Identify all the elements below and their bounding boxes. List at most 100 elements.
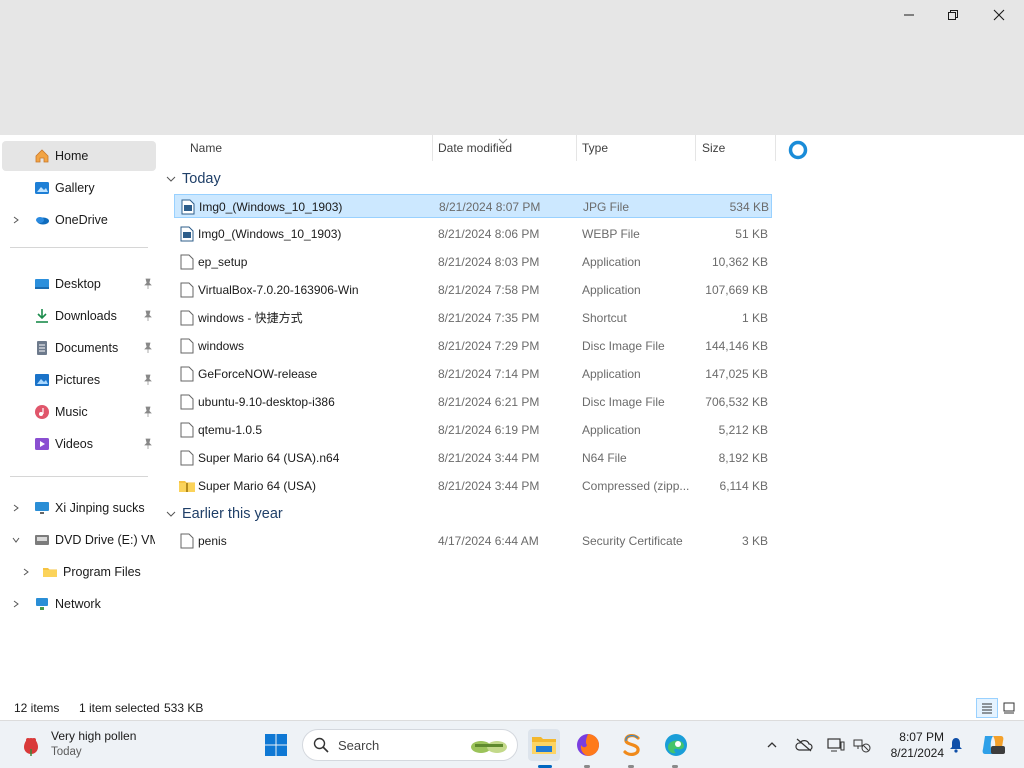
blank-file-icon — [178, 337, 196, 355]
tiles-view-button[interactable] — [998, 698, 1020, 718]
file-row[interactable]: VirtualBox-7.0.20-163906-Win 8/21/2024 7… — [174, 278, 772, 302]
file-row[interactable]: ubuntu-9.10-desktop-i386 8/21/2024 6:21 … — [174, 390, 772, 414]
sidebar-item-videos[interactable]: Videos — [2, 429, 156, 459]
file-row[interactable]: Img0_(Windows_10_1903) 8/21/2024 8:06 PM… — [174, 222, 772, 246]
image-file-icon — [178, 225, 196, 243]
status-bar: 12 items 1 item selected 533 KB — [0, 696, 1024, 720]
onedrive-icon — [34, 212, 50, 228]
copilot-button[interactable] — [980, 732, 1006, 758]
taskbar-clock[interactable]: 8:07 PM 8/21/2024 — [880, 729, 944, 761]
taskbar-app-s[interactable] — [616, 729, 648, 761]
network-status-icon — [853, 739, 871, 753]
pc-icon — [34, 500, 50, 516]
sidebar-divider — [10, 476, 148, 477]
chevron-right-icon[interactable] — [10, 214, 22, 226]
sidebar-item-desktop[interactable]: Desktop — [2, 269, 156, 299]
windows-logo-icon — [265, 734, 287, 756]
blank-file-icon — [178, 532, 196, 550]
file-row[interactable]: Super Mario 64 (USA) 8/21/2024 3:44 PM C… — [174, 474, 772, 498]
details-view-button[interactable] — [976, 698, 998, 718]
file-row[interactable]: windows 8/21/2024 7:29 PM Disc Image Fil… — [174, 334, 772, 358]
taskbar-search-box[interactable]: Search — [302, 729, 518, 761]
documents-icon — [34, 340, 50, 356]
chevron-right-icon[interactable] — [10, 598, 22, 610]
file-row[interactable]: Super Mario 64 (USA).n64 8/21/2024 3:44 … — [174, 446, 772, 470]
sidebar-item-home[interactable]: Home — [2, 141, 156, 171]
start-button[interactable] — [260, 729, 292, 761]
s-app-icon — [623, 734, 640, 756]
cloud-offline-icon — [795, 738, 813, 752]
blank-file-icon — [178, 421, 196, 439]
weather-widget-icon[interactable] — [20, 735, 42, 757]
blank-file-icon — [178, 449, 196, 467]
file-row[interactable]: qtemu-1.0.5 8/21/2024 6:19 PM Applicatio… — [174, 418, 772, 442]
pin-icon — [142, 406, 154, 418]
selection-size: 533 KB — [164, 701, 204, 715]
weather-subtitle[interactable]: Today — [51, 746, 82, 758]
minimize-button[interactable] — [886, 0, 932, 30]
column-header-size[interactable]: Size — [702, 135, 725, 161]
column-divider[interactable] — [695, 135, 696, 161]
sidebar-item-pictures[interactable]: Pictures — [2, 365, 156, 395]
notifications-button[interactable] — [946, 735, 966, 755]
devices-tray-button[interactable] — [826, 735, 846, 755]
firefox-icon — [577, 734, 599, 756]
item-count: 12 items — [14, 701, 60, 715]
chevron-down-icon — [164, 172, 178, 186]
taskbar-firefox[interactable] — [572, 729, 604, 761]
chevron-down-icon[interactable] — [10, 534, 22, 546]
sidebar-item-gallery[interactable]: Gallery — [2, 173, 156, 203]
sidebar-item-dvd-drive[interactable]: DVD Drive (E:) VMw — [2, 525, 156, 555]
music-icon — [34, 404, 50, 420]
pin-icon — [142, 278, 154, 290]
sidebar-item-music[interactable]: Music — [2, 397, 156, 427]
sidebar-divider — [10, 247, 148, 248]
clock-date: 8/21/2024 — [890, 746, 944, 760]
column-divider[interactable] — [432, 135, 433, 161]
close-button[interactable] — [976, 0, 1022, 30]
sidebar-item-documents[interactable]: Documents — [2, 333, 156, 363]
sort-arrow-icon — [498, 133, 508, 144]
file-row[interactable]: GeForceNOW-release 8/21/2024 7:14 PM App… — [174, 362, 772, 386]
chevron-right-icon[interactable] — [20, 566, 32, 578]
taskbar-edge[interactable] — [660, 729, 692, 761]
column-header-name[interactable]: Name — [190, 135, 222, 161]
close-icon — [993, 9, 1005, 21]
search-icon — [313, 737, 329, 753]
file-row[interactable]: windows - 快捷方式 8/21/2024 7:35 PM Shortcu… — [174, 306, 772, 330]
zip-folder-icon — [178, 477, 196, 495]
blank-file-icon — [178, 393, 196, 411]
weather-title[interactable]: Very high pollen — [51, 729, 136, 743]
column-divider[interactable] — [576, 135, 577, 161]
sidebar-item-this-pc[interactable]: Xi Jinping sucks — [2, 493, 156, 523]
restore-button[interactable] — [930, 0, 976, 30]
chevron-right-icon[interactable] — [10, 502, 22, 514]
file-row[interactable]: ep_setup 8/21/2024 8:03 PM Application 1… — [174, 250, 772, 274]
column-header-type[interactable]: Type — [582, 135, 608, 161]
title-bar — [0, 0, 1024, 135]
desktop-folder-icon — [34, 276, 50, 292]
sidebar-item-network[interactable]: Network — [2, 589, 156, 619]
restore-icon — [948, 10, 958, 20]
file-row[interactable]: Img0_(Windows_10_1903) 8/21/2024 8:07 PM… — [174, 194, 772, 218]
column-divider[interactable] — [775, 135, 776, 161]
taskbar-file-explorer[interactable] — [528, 729, 560, 761]
network-tray-button[interactable] — [852, 735, 872, 755]
sidebar-item-downloads[interactable]: Downloads — [2, 301, 156, 331]
group-header-earlier-this-year[interactable]: Earlier this year — [164, 503, 283, 525]
chevron-up-icon — [767, 742, 777, 748]
videos-icon — [34, 436, 50, 452]
onedrive-tray-button[interactable] — [794, 735, 814, 755]
pin-icon — [142, 438, 154, 450]
group-header-today[interactable]: Today — [164, 168, 221, 190]
navigation-pane: Home Gallery OneDrive Desktop Downloads … — [0, 135, 160, 695]
home-icon — [34, 148, 50, 164]
loading-spinner-icon — [788, 140, 808, 160]
sidebar-item-program-files[interactable]: Program Files — [2, 557, 156, 587]
sidebar-item-onedrive[interactable]: OneDrive — [2, 205, 156, 235]
pin-icon — [142, 374, 154, 386]
edge-icon — [665, 734, 687, 756]
file-row[interactable]: penis 4/17/2024 6:44 AM Security Certifi… — [174, 529, 772, 553]
folder-icon — [42, 564, 58, 580]
show-hidden-icons-button[interactable] — [762, 735, 782, 755]
